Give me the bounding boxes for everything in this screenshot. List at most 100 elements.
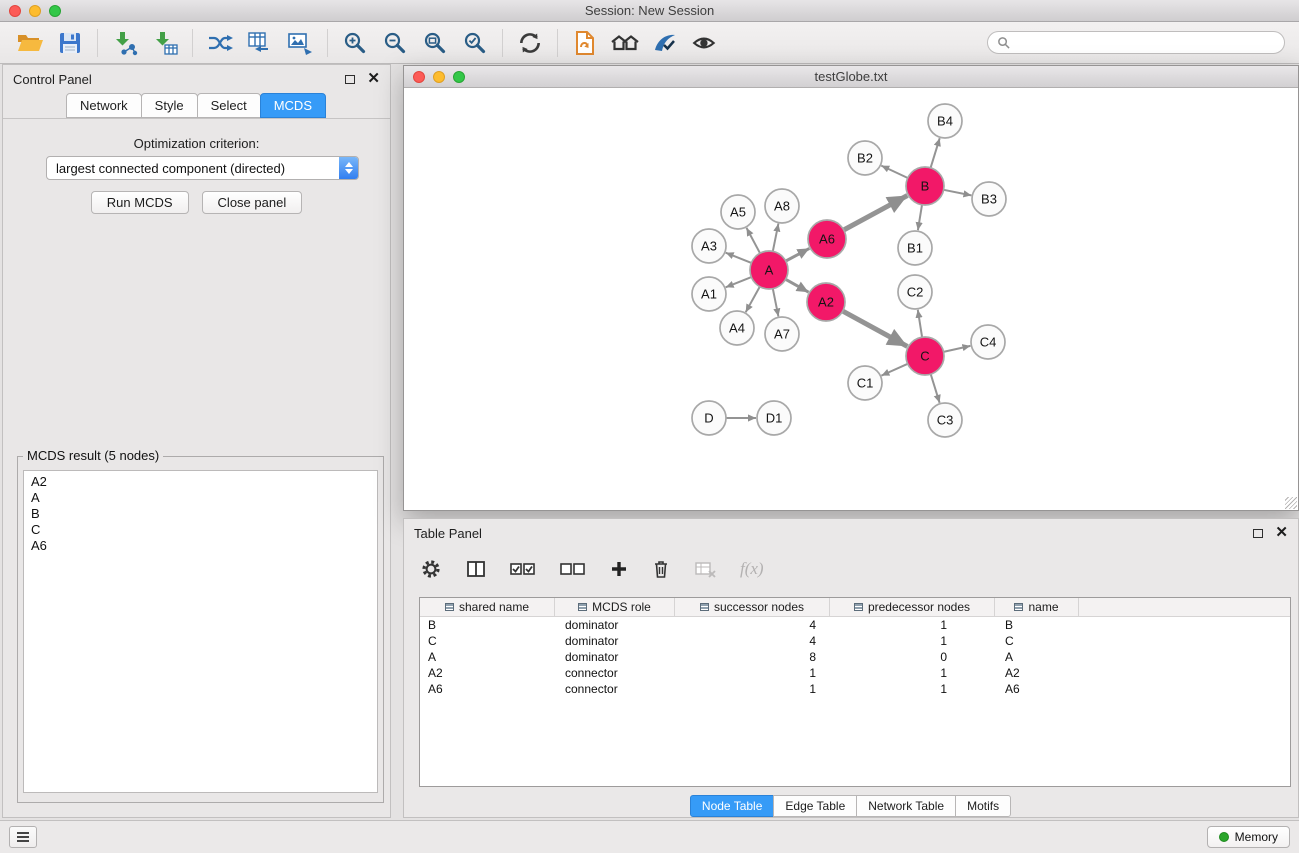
network-minimize-button[interactable]: [433, 71, 445, 83]
network-canvas[interactable]: B4B2BB3A5A8A6B1A3AC2A1A2A4A7C4CC1C3DD1: [404, 88, 1298, 510]
table-row[interactable]: Adominator80A: [420, 649, 1290, 665]
table-cell[interactable]: 4: [675, 634, 830, 648]
graph-node[interactable]: A4: [720, 311, 754, 345]
graph-node[interactable]: B2: [848, 141, 882, 175]
delete-column-button[interactable]: [652, 554, 670, 584]
table-cell[interactable]: 1: [830, 618, 995, 632]
close-panel-button[interactable]: Close panel: [202, 191, 303, 214]
graph-node[interactable]: B4: [928, 104, 962, 138]
close-panel-icon[interactable]: ✕: [367, 74, 380, 84]
graph-node[interactable]: C2: [898, 275, 932, 309]
tab-style[interactable]: Style: [141, 93, 198, 118]
home-network-button[interactable]: [605, 26, 645, 60]
import-network-from-file-button[interactable]: [105, 26, 145, 60]
graph-node[interactable]: A2: [807, 283, 845, 321]
table-cell[interactable]: B: [420, 618, 555, 632]
table-settings-button[interactable]: [420, 554, 442, 584]
table-cell[interactable]: connector: [555, 682, 675, 696]
table-cell[interactable]: 8: [675, 650, 830, 664]
tab-motifs[interactable]: Motifs: [955, 795, 1011, 817]
search-input[interactable]: [1016, 36, 1275, 50]
zoom-out-button[interactable]: [375, 26, 415, 60]
mcds-result-item[interactable]: A2: [31, 474, 370, 490]
column-header-name[interactable]: name: [995, 598, 1079, 616]
graph-edge[interactable]: [747, 228, 761, 253]
table-cell[interactable]: dominator: [555, 650, 675, 664]
graph-node[interactable]: D: [692, 401, 726, 435]
graph-edge[interactable]: [773, 289, 779, 317]
table-row[interactable]: Cdominator41C: [420, 633, 1290, 649]
network-zoom-button[interactable]: [453, 71, 465, 83]
table-cell[interactable]: A2: [995, 666, 1079, 680]
close-window-button[interactable]: [9, 5, 21, 17]
network-close-button[interactable]: [413, 71, 425, 83]
table-cell[interactable]: A6: [420, 682, 555, 696]
graph-edge[interactable]: [844, 196, 908, 231]
graph-node[interactable]: C3: [928, 403, 962, 437]
search-field[interactable]: [987, 31, 1285, 54]
show-hide-button[interactable]: [685, 26, 725, 60]
column-header-shared-name[interactable]: shared name: [420, 598, 555, 616]
graph-node[interactable]: C4: [971, 325, 1005, 359]
tab-network[interactable]: Network: [66, 93, 142, 118]
graph-edge[interactable]: [918, 205, 922, 230]
function-builder-button[interactable]: f(x): [740, 554, 764, 584]
resize-grip[interactable]: [1285, 497, 1297, 509]
table-cell[interactable]: 0: [830, 650, 995, 664]
graph-node[interactable]: B1: [898, 231, 932, 265]
graph-edge[interactable]: [726, 253, 752, 263]
float-table-panel-icon[interactable]: [1253, 529, 1263, 538]
graph-edge[interactable]: [944, 190, 972, 196]
apply-style-button[interactable]: [645, 26, 685, 60]
run-mcds-button[interactable]: Run MCDS: [91, 191, 189, 214]
zoom-in-button[interactable]: [335, 26, 375, 60]
graph-edge[interactable]: [746, 287, 760, 313]
mcds-result-item[interactable]: A: [31, 490, 370, 506]
graph-edge[interactable]: [918, 310, 922, 337]
new-table-button[interactable]: [240, 26, 280, 60]
table-cell[interactable]: C: [995, 634, 1079, 648]
graph-edge[interactable]: [931, 374, 940, 403]
graph-node[interactable]: B3: [972, 182, 1006, 216]
graph-node[interactable]: B: [906, 167, 944, 205]
show-columns-button[interactable]: [466, 554, 486, 584]
import-table-from-file-button[interactable]: [145, 26, 185, 60]
graph-node[interactable]: C1: [848, 366, 882, 400]
graph-node[interactable]: D1: [757, 401, 791, 435]
graph-edge[interactable]: [786, 248, 810, 261]
tab-select[interactable]: Select: [197, 93, 261, 118]
mcds-result-item[interactable]: B: [31, 506, 370, 522]
graph-edge[interactable]: [773, 224, 779, 252]
graph-edge[interactable]: [881, 166, 908, 178]
graph-node[interactable]: A: [750, 251, 788, 289]
zoom-window-button[interactable]: [49, 5, 61, 17]
mcds-result-item[interactable]: C: [31, 522, 370, 538]
column-header-successor-nodes[interactable]: successor nodes: [675, 598, 830, 616]
graph-edge[interactable]: [726, 277, 752, 287]
table-cell[interactable]: C: [420, 634, 555, 648]
close-table-panel-icon[interactable]: ✕: [1275, 528, 1288, 538]
mcds-result-item[interactable]: A6: [31, 538, 370, 554]
tab-node-table[interactable]: Node Table: [690, 795, 775, 817]
graph-node[interactable]: A3: [692, 229, 726, 263]
column-header-predecessor-nodes[interactable]: predecessor nodes: [830, 598, 995, 616]
table-cell[interactable]: 1: [830, 634, 995, 648]
open-session-doc-button[interactable]: [565, 26, 605, 60]
delete-table-button[interactable]: [694, 554, 716, 584]
table-cell[interactable]: 1: [830, 682, 995, 696]
save-session-button[interactable]: [50, 26, 90, 60]
add-column-button[interactable]: [610, 554, 628, 584]
graph-edge[interactable]: [931, 138, 940, 168]
new-network-button[interactable]: [200, 26, 240, 60]
graph-node[interactable]: A8: [765, 189, 799, 223]
export-image-button[interactable]: [280, 26, 320, 60]
task-history-button[interactable]: [9, 826, 37, 848]
minimize-window-button[interactable]: [29, 5, 41, 17]
table-row[interactable]: A6connector11A6: [420, 681, 1290, 697]
column-header-MCDS-role[interactable]: MCDS role: [555, 598, 675, 616]
tab-edge-table[interactable]: Edge Table: [773, 795, 857, 817]
table-cell[interactable]: A2: [420, 666, 555, 680]
graph-edge[interactable]: [843, 311, 908, 346]
table-row[interactable]: A2connector11A2: [420, 665, 1290, 681]
graph-node[interactable]: A7: [765, 317, 799, 351]
